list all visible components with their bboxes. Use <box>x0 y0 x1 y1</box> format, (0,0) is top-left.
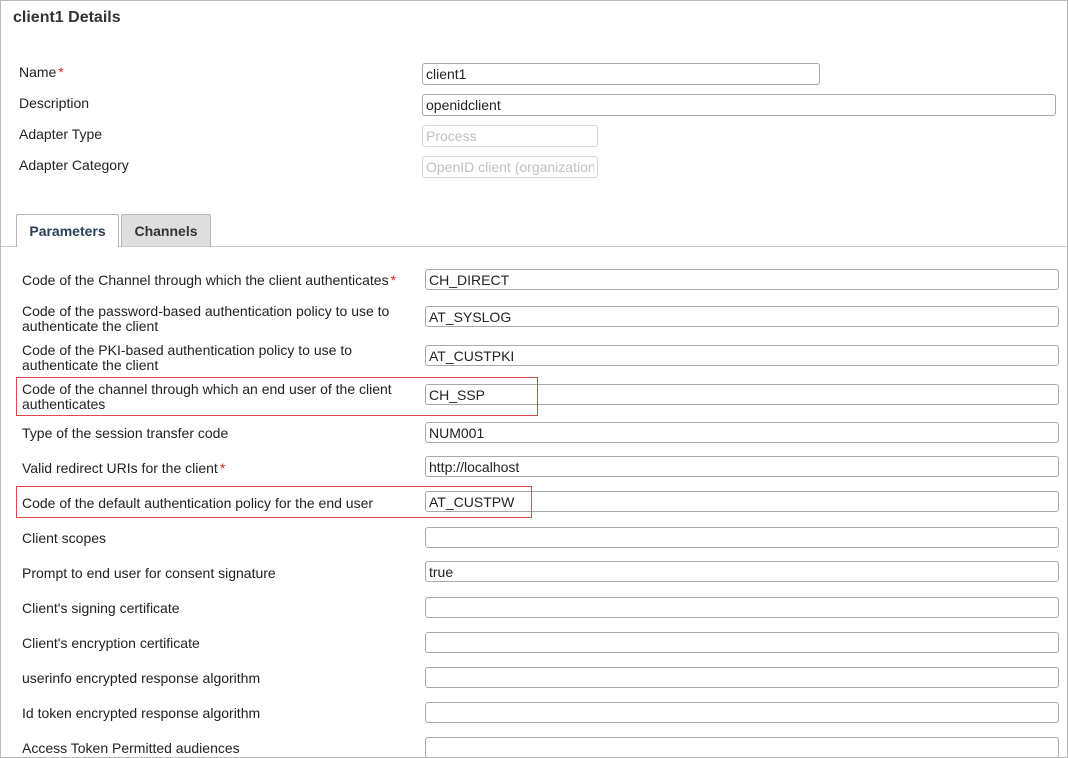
param-label-client-scopes: Client scopes <box>22 530 107 546</box>
param-label-pki-policy: Code of the PKI-based authentication pol… <box>22 342 352 373</box>
description-input[interactable] <box>422 94 1056 116</box>
param-label-consent-prompt: Prompt to end user for consent signature <box>22 565 276 581</box>
param-label-password-policy: Code of the password-based authenticatio… <box>22 303 390 334</box>
param-input-session-transfer[interactable] <box>425 422 1059 443</box>
param-input-client-channel[interactable] <box>425 269 1059 290</box>
details-panel: client1 Details Name* Description Adapte… <box>0 0 1068 758</box>
required-marker: * <box>58 64 64 80</box>
param-input-consent-prompt[interactable] <box>425 561 1059 582</box>
param-input-idtoken-alg[interactable] <box>425 702 1059 723</box>
param-input-token-audiences[interactable] <box>425 737 1059 757</box>
param-label-default-auth-policy: Code of the default authentication polic… <box>22 495 374 511</box>
param-label-session-transfer: Type of the session transfer code <box>22 425 229 441</box>
param-input-encryption-cert[interactable] <box>425 632 1059 653</box>
param-input-userinfo-alg[interactable] <box>425 667 1059 688</box>
param-input-end-user-channel[interactable] <box>425 384 1059 405</box>
param-input-client-scopes[interactable] <box>425 527 1059 548</box>
param-input-default-auth-policy[interactable] <box>425 491 1059 512</box>
param-label-userinfo-alg: userinfo encrypted response algorithm <box>22 670 261 686</box>
param-input-pki-policy[interactable] <box>425 345 1059 366</box>
param-label-idtoken-alg: Id token encrypted response algorithm <box>22 705 261 721</box>
param-input-password-policy[interactable] <box>425 306 1059 327</box>
param-label-signing-cert: Client's signing certificate <box>22 600 180 616</box>
tab-parameters[interactable]: Parameters <box>16 214 119 247</box>
param-input-redirect-uris[interactable] <box>425 456 1059 477</box>
name-input[interactable] <box>422 63 820 85</box>
param-input-signing-cert[interactable] <box>425 597 1059 618</box>
tab-channels[interactable]: Channels <box>121 214 211 246</box>
adapter-type-input <box>422 125 598 147</box>
adapter-category-input <box>422 156 598 178</box>
param-label-token-audiences: Access Token Permitted audiences <box>22 740 240 756</box>
param-label-redirect-uris: Valid redirect URIs for the client * <box>22 460 226 476</box>
param-label-client-channel: Code of the Channel through which the cl… <box>22 272 397 288</box>
required-marker: * <box>390 272 397 288</box>
page-title: client1 Details <box>13 9 121 26</box>
param-label-encryption-cert: Client's encryption certificate <box>22 635 200 651</box>
adapter-type-label: Adapter Type <box>19 126 103 142</box>
required-marker: * <box>219 460 226 476</box>
description-label: Description <box>19 95 90 111</box>
name-label: Name * <box>19 64 64 80</box>
param-label-end-user-channel: Code of the channel through which an end… <box>22 381 392 412</box>
adapter-category-label: Adapter Category <box>19 157 129 173</box>
